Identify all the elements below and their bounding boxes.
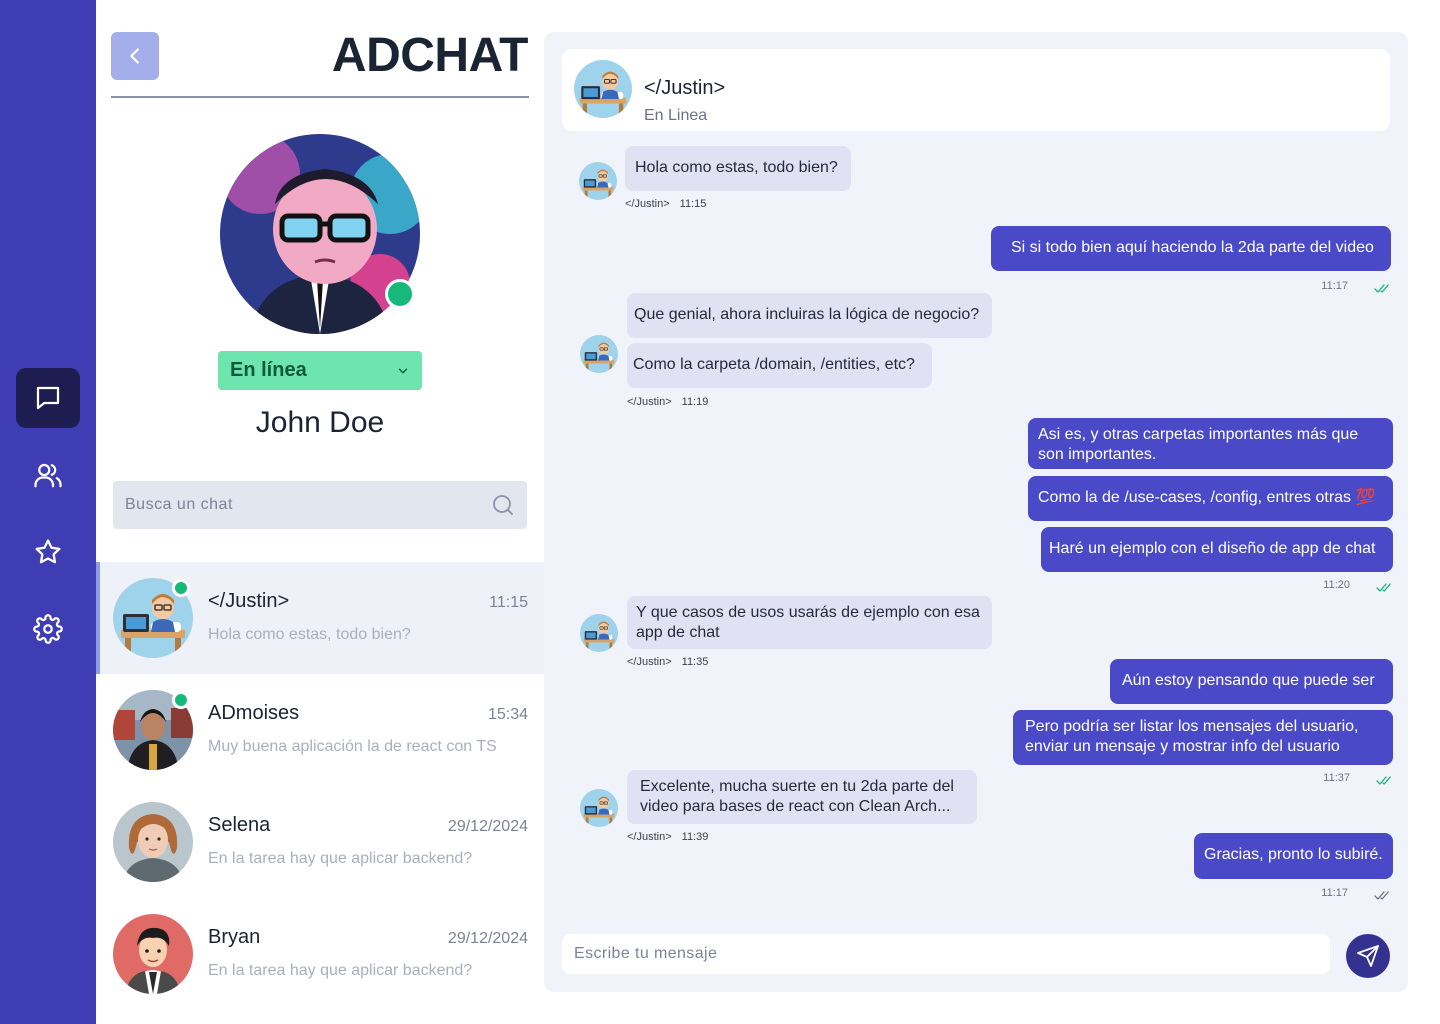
status-dropdown[interactable]: En línea xyxy=(218,351,422,390)
chat-list-item[interactable]: Selena 29/12/2024 En la tarea hay que ap… xyxy=(96,786,544,898)
chat-preview: En la tarea hay que aplicar backend? xyxy=(208,962,473,979)
message-bubble: Hola como estas, todo bien? xyxy=(625,146,851,191)
message-bubble: Como la carpeta /domain, /entities, etc? xyxy=(627,343,932,388)
chat-time: 29/12/2024 xyxy=(447,930,528,947)
contact-avatar[interactable] xyxy=(574,60,632,118)
message-author: </Justin> xyxy=(625,198,670,210)
send-icon xyxy=(1357,945,1379,967)
message-bubble: Como la de /use-cases, /config, entres o… xyxy=(1028,476,1393,521)
chat-list-item[interactable]: Bryan 29/12/2024 En la tarea hay que apl… xyxy=(96,898,544,1010)
message-bubble: Aún estoy pensando que puede ser xyxy=(1110,659,1393,704)
message-bubble: Haré un ejemplo con el diseño de app de … xyxy=(1041,527,1393,572)
send-button[interactable] xyxy=(1346,934,1390,978)
read-receipt-icon xyxy=(1376,580,1392,592)
chat-time: 29/12/2024 xyxy=(447,818,528,835)
status-dropdown-value: En línea xyxy=(230,359,307,381)
chat-search xyxy=(113,481,527,529)
app-title: ADCHAT xyxy=(331,29,529,82)
conversation-header: </Justin> En Linea xyxy=(562,49,1390,131)
message-meta: </Justin> 11:15 xyxy=(625,198,706,210)
message-avatar xyxy=(579,162,617,200)
star-icon xyxy=(35,539,61,564)
message-time: 11:15 xyxy=(679,198,707,210)
message-avatar xyxy=(580,789,618,827)
message-avatar xyxy=(580,335,618,373)
message-time: 11:35 xyxy=(681,656,709,668)
message-input[interactable] xyxy=(574,945,1318,963)
chat-name: ADmoises xyxy=(208,702,300,724)
online-indicator xyxy=(172,579,190,597)
profile-online-indicator xyxy=(385,279,415,309)
message-meta: </Justin> 11:39 xyxy=(627,831,708,843)
chat-time: 11:15 xyxy=(489,594,528,611)
message-bubble: Si si todo bien aquí haciendo la 2da par… xyxy=(991,226,1391,271)
chevron-down-icon xyxy=(398,368,408,373)
message-author: </Justin> xyxy=(627,396,672,408)
message-icon xyxy=(36,386,60,410)
chat-list: </Justin> 11:15 Hola como estas, todo bi… xyxy=(96,562,544,1010)
back-button[interactable] xyxy=(111,32,159,80)
message-time: 11:39 xyxy=(681,831,709,843)
chat-name: Bryan xyxy=(208,926,261,948)
chat-preview: Muy buena aplicación la de react con TS xyxy=(208,738,497,755)
message-author: </Justin> xyxy=(627,656,672,668)
message-time: 11:19 xyxy=(681,396,709,408)
message-bubble: Y que casos de usos usarás de ejemplo co… xyxy=(627,596,992,649)
chat-sidebar: ADCHAT En línea John Doe </Justin> 11:15… xyxy=(96,0,544,1024)
chevron-left-icon xyxy=(130,48,139,64)
chat-list-item[interactable]: </Justin> 11:15 Hola como estas, todo bi… xyxy=(96,562,544,674)
chat-preview: Hola como estas, todo bien? xyxy=(208,626,411,643)
chat-time: 15:34 xyxy=(487,706,528,723)
settings-icon xyxy=(33,614,63,644)
chat-list-item[interactable]: ADmoises 15:34 Muy buena aplicación la d… xyxy=(96,674,544,786)
conversation-panel: </Justin> En Linea Hola como estas, todo… xyxy=(544,32,1408,992)
avatar xyxy=(113,914,193,994)
chat-name: </Justin> xyxy=(208,590,290,612)
avatar xyxy=(113,802,193,882)
nav-contacts-button[interactable] xyxy=(16,445,80,505)
search-icon[interactable] xyxy=(491,493,515,517)
message-meta: </Justin> 11:35 xyxy=(627,656,708,668)
message-time: 11:37 xyxy=(1323,772,1350,784)
chat-preview: En la tarea hay que aplicar backend? xyxy=(208,850,473,867)
sent-receipt-icon xyxy=(1374,888,1390,900)
nav-chats-button[interactable] xyxy=(16,368,80,428)
read-receipt-icon xyxy=(1376,773,1392,785)
nav-rail xyxy=(0,0,96,1024)
message-time: 11:17 xyxy=(1321,280,1348,292)
search-input[interactable] xyxy=(125,496,491,514)
message-bubble: Excelente, mucha suerte en tu 2da parte … xyxy=(627,770,977,824)
title-divider xyxy=(111,96,529,98)
chat-name: Selena xyxy=(208,814,271,836)
contact-status: En Linea xyxy=(644,107,708,124)
online-indicator xyxy=(172,691,190,709)
message-bubble: Asi es, y otras carpetas importantes más… xyxy=(1028,418,1393,469)
message-bubble: Gracias, pronto lo subiré. xyxy=(1194,833,1393,879)
message-meta: </Justin> 11:19 xyxy=(627,396,708,408)
message-bubble: Que genial, ahora incluiras la lógica de… xyxy=(627,293,992,338)
users-icon xyxy=(34,463,62,488)
message-bubble: Pero podría ser listar los mensajes del … xyxy=(1013,710,1393,765)
message-composer xyxy=(562,934,1330,974)
nav-favorites-button[interactable] xyxy=(16,522,80,582)
nav-settings-button[interactable] xyxy=(16,599,80,659)
message-author: </Justin> xyxy=(627,831,672,843)
message-time: 11:20 xyxy=(1323,579,1350,591)
profile-name: John Doe xyxy=(255,406,385,439)
contact-name: </Justin> xyxy=(644,77,726,99)
message-avatar xyxy=(580,614,618,652)
message-time: 11:17 xyxy=(1321,887,1348,899)
read-receipt-icon xyxy=(1374,281,1390,293)
